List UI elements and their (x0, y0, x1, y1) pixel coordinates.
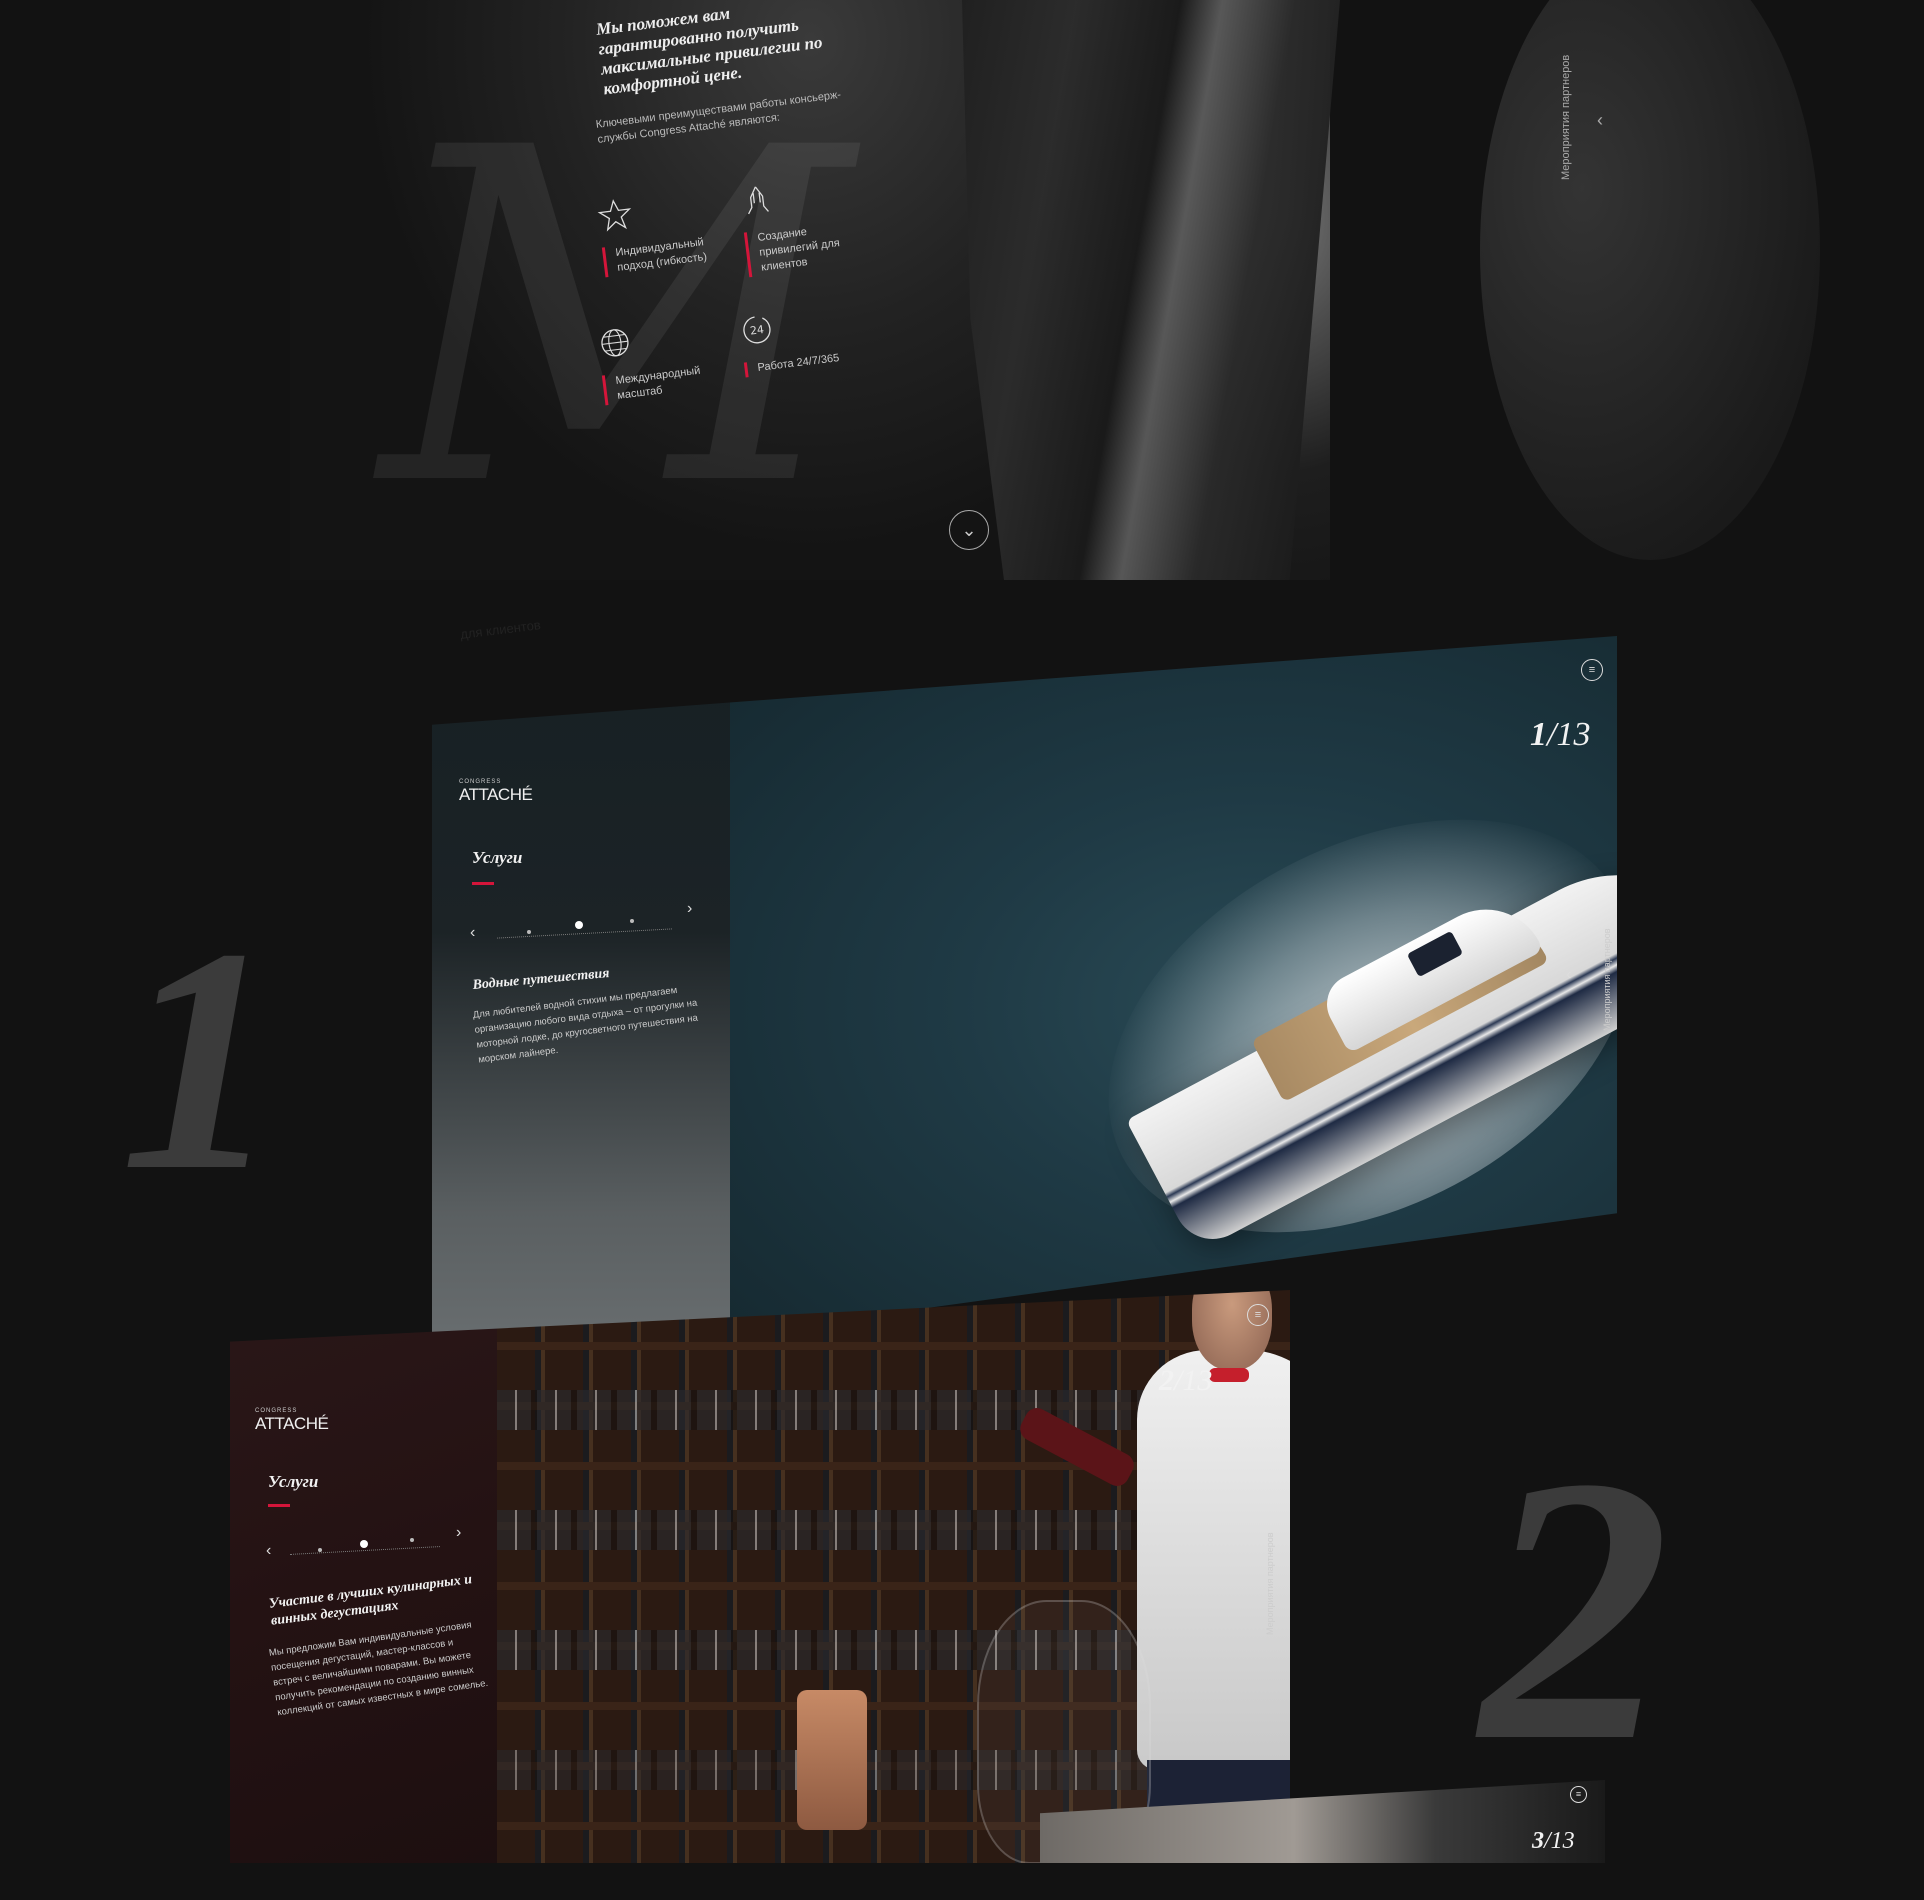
section-title: Услуги (472, 848, 523, 867)
menu-icon[interactable]: ≡ (1581, 659, 1603, 681)
feature-item: Создание привилегий для клиентов (738, 170, 872, 278)
yacht-photo: 1/13 ≡ ‹ Мероприятия партнеров (730, 636, 1617, 1376)
chevron-down-icon: ⌄ (961, 520, 977, 540)
chevron-left-icon[interactable]: ‹ (1566, 966, 1571, 984)
section-title: Услуги (268, 1472, 319, 1491)
chevron-right-icon[interactable]: › (687, 900, 692, 918)
feature-item: Международный масштаб (596, 313, 728, 406)
side-nav-label[interactable]: Мероприятия партнеров (1560, 55, 1572, 180)
slide-counter: 2/13 (1159, 1364, 1212, 1398)
slide-sidebar: CONGRESS ATTACHÉ Услуги ‹ › Участие в лу… (230, 1290, 497, 1863)
red-bowtie (1209, 1368, 1249, 1382)
counter-total: /13 (1547, 716, 1591, 753)
hands-icon (738, 181, 776, 219)
faded-caption: для клиентов (459, 617, 542, 642)
clock-24-icon: 24 (738, 311, 776, 349)
side-nav-label[interactable]: Мероприятия партнеров (1265, 1533, 1275, 1636)
counter-total: /13 (1174, 1364, 1213, 1397)
pager-dot-active[interactable] (575, 921, 583, 929)
brand-text: ATTACHÉ (459, 785, 533, 804)
wine-cellar-photo: 2/13 ≡ Мероприятия партнеров (497, 1290, 1290, 1863)
brand-logo[interactable]: CONGRESS ATTACHÉ (255, 1408, 329, 1434)
menu-icon[interactable]: ≡ (1570, 1786, 1587, 1803)
brand-logo[interactable]: CONGRESS ATTACHÉ (459, 779, 533, 805)
chevron-left-icon[interactable]: ‹ (1597, 110, 1603, 131)
pager-dot[interactable] (410, 1538, 414, 1542)
hero-moon-background (1480, 0, 1820, 560)
pager-dot[interactable] (527, 930, 531, 934)
slide-counter: 1/13 (1530, 716, 1590, 754)
slide-water-travel: CONGRESS ATTACHÉ Услуги ‹ › Водные путеш… (432, 636, 1617, 1376)
slide-wine-tasting: CONGRESS ATTACHÉ Услуги ‹ › Участие в лу… (230, 1290, 1290, 1863)
big-number-2: 2 (1480, 1399, 1670, 1820)
star-icon (596, 196, 634, 234)
service-item-text: Мы предложим Вам индивидуальные условия … (268, 1619, 489, 1719)
slide-counter: 3/13 (1532, 1828, 1575, 1855)
side-nav-label[interactable]: Мероприятия партнеров (1602, 929, 1612, 1032)
counter-current: 3 (1532, 1828, 1544, 1854)
svg-text:24: 24 (749, 323, 764, 338)
menu-icon[interactable]: ≡ (1247, 1304, 1269, 1326)
scroll-down-button[interactable]: ⌄ (949, 510, 989, 550)
service-item-title: Водные путешествия (472, 966, 611, 993)
counter-total: /13 (1544, 1828, 1575, 1854)
big-number-1: 1 (120, 883, 280, 1237)
counter-current: 2 (1159, 1364, 1174, 1397)
sommelier-figure (1137, 1350, 1290, 1770)
pager-track (497, 928, 672, 939)
globe-icon (596, 324, 634, 362)
counter-current: 1 (1530, 716, 1547, 753)
candle (797, 1690, 867, 1830)
accent-line (268, 1504, 290, 1507)
pager-dot[interactable] (630, 919, 634, 923)
pager-dot[interactable] (318, 1548, 322, 1552)
accent-line (472, 882, 494, 885)
chevron-left-icon[interactable]: ‹ (266, 1542, 271, 1560)
brand-text: ATTACHÉ (255, 1414, 329, 1433)
slide-sidebar: CONGRESS ATTACHÉ Услуги ‹ › Водные путеш… (432, 636, 730, 1376)
feature-item: Индивидуальный подход (гибкость) (596, 185, 728, 278)
service-item-text: Для любителей водной стихии мы предлагае… (472, 984, 699, 1066)
chevron-right-icon[interactable]: › (456, 1524, 461, 1542)
pager-dot-active[interactable] (360, 1540, 368, 1548)
chevron-left-icon[interactable]: ‹ (470, 924, 475, 942)
